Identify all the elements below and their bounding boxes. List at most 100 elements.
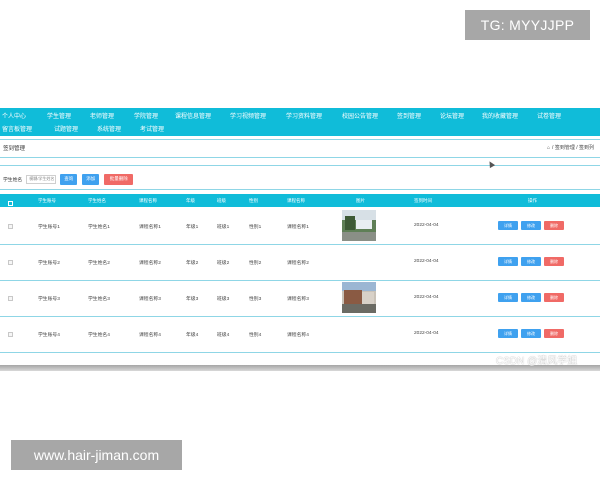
cell-account: 学生账号3 — [38, 297, 60, 302]
cell-course-2: 课程名称4 — [287, 333, 309, 338]
cell-course: 课程名称4 — [139, 333, 161, 338]
header-gender: 性别 — [249, 198, 258, 203]
query-button[interactable]: 查询 — [60, 173, 78, 185]
cell-grade: 年级3 — [186, 297, 199, 302]
nav-item-exam-paper-mgmt[interactable]: 试卷管理 — [537, 111, 561, 120]
nav-item-exam-mgmt[interactable]: 考试管理 — [140, 124, 164, 133]
cell-account: 学生账号1 — [38, 225, 60, 230]
cell-name: 学生姓名1 — [88, 225, 110, 230]
mouse-cursor-icon — [486, 159, 496, 169]
nav-item-question-mgmt[interactable]: 试题管理 — [54, 124, 78, 133]
page-title: 签到管理 — [3, 146, 26, 152]
row-actions: 详情修改删除 — [498, 221, 564, 230]
header-class: 班级 — [217, 198, 226, 203]
breadcrumb-path: ⌂ / 签到管理 / 签到列 — [547, 144, 594, 152]
cell-account: 学生账号4 — [38, 333, 60, 338]
cell-name: 学生姓名4 — [88, 333, 110, 338]
cell-gender: 性别1 — [249, 225, 262, 230]
cell-course-2: 课程名称2 — [287, 261, 309, 266]
cell-gender: 性别3 — [249, 297, 262, 302]
cell-course: 课程名称2 — [139, 261, 161, 266]
delete-button[interactable]: 删除 — [544, 257, 564, 266]
table-row: 学生账号4 学生姓名4 课程名称4 年级4 班级4 性别4 课程名称4 2022-04-04 详… — [0, 317, 600, 353]
search-input[interactable]: 模糊/学生姓名 — [26, 174, 57, 184]
cell-class: 班级3 — [217, 297, 230, 302]
tg-watermark: TG: MYYJJPP — [465, 10, 590, 40]
screen-frame: 个人中心 学生管理 老师管理 学院管理 课程信息管理 学习视频管理 学习资料管理… — [0, 108, 600, 371]
nav-item-college-mgmt[interactable]: 学院管理 — [134, 111, 158, 120]
nav-item-student-mgmt[interactable]: 学生管理 — [47, 111, 71, 120]
edit-button[interactable]: 修改 — [521, 293, 541, 302]
csdn-watermark: CSDN @清风学姐 — [496, 356, 578, 367]
cell-grade: 年级4 — [186, 333, 199, 338]
breadcrumb-text: / 签到管理 / 签到列 — [552, 145, 594, 151]
detail-button[interactable]: 详情 — [498, 329, 518, 338]
divider — [0, 189, 600, 190]
cell-gender: 性别2 — [249, 261, 262, 266]
header-ops: 操作 — [528, 198, 537, 203]
row-image — [342, 210, 376, 241]
header-course-2: 课程名称 — [287, 198, 305, 203]
breadcrumb: 签到管理 ⌂ / 签到管理 / 签到列 — [0, 141, 600, 155]
cell-course: 课程名称3 — [139, 297, 161, 302]
nav-item-favorites-mgmt[interactable]: 我的收藏管理 — [482, 111, 518, 120]
cell-gender: 性别4 — [249, 333, 262, 338]
row-checkbox[interactable] — [8, 260, 13, 265]
cell-account: 学生账号2 — [38, 261, 60, 266]
detail-button[interactable]: 详情 — [498, 221, 518, 230]
cell-name: 学生姓名3 — [88, 297, 110, 302]
nav-item-material-mgmt[interactable]: 学习资料管理 — [286, 111, 322, 120]
edit-button[interactable]: 修改 — [521, 221, 541, 230]
nav-item-signin-mgmt[interactable]: 签到管理 — [397, 111, 421, 120]
row-actions: 详情修改删除 — [498, 293, 564, 302]
row-actions: 详情修改删除 — [498, 257, 564, 266]
cell-name: 学生姓名2 — [88, 261, 110, 266]
cell-class: 班级1 — [217, 225, 230, 230]
batch-delete-button[interactable]: 批量删除 — [104, 173, 134, 185]
home-icon[interactable]: ⌂ — [547, 145, 550, 151]
divider — [0, 165, 600, 166]
detail-button[interactable]: 详情 — [498, 293, 518, 302]
table-row: 学生账号2 学生姓名2 课程名称2 年级2 班级2 性别2 课程名称2 2022-04-04 详… — [0, 245, 600, 281]
divider — [0, 139, 600, 140]
delete-button[interactable]: 删除 — [544, 329, 564, 338]
edit-button[interactable]: 修改 — [521, 329, 541, 338]
search-bar: 学生姓名 模糊/学生姓名 查询 添加 批量删除 — [3, 172, 134, 186]
cell-course-2: 课程名称1 — [287, 225, 309, 230]
nav-item-message-board[interactable]: 留言板管理 — [2, 124, 32, 133]
edit-button[interactable]: 修改 — [521, 257, 541, 266]
cell-course-2: 课程名称3 — [287, 297, 309, 302]
table-row: 学生账号3 学生姓名3 课程名称3 年级3 班级3 性别3 课程名称3 2022-04-04 详… — [0, 281, 600, 317]
row-image — [342, 282, 376, 313]
row-actions: 详情修改删除 — [498, 329, 564, 338]
header-image: 图片 — [356, 198, 365, 203]
nav-item-video-mgmt[interactable]: 学习视频管理 — [230, 111, 266, 120]
nav-item-teacher-mgmt[interactable]: 老师管理 — [90, 111, 114, 120]
cell-time: 2022-04-04 — [414, 331, 439, 336]
row-checkbox[interactable] — [8, 296, 13, 301]
nav-item-personal-center[interactable]: 个人中心 — [2, 111, 26, 120]
nav-item-course-info-mgmt[interactable]: 课程信息管理 — [175, 111, 211, 120]
cell-time: 2022-04-04 — [414, 223, 439, 228]
url-watermark: www.hair-jiman.com — [11, 440, 182, 470]
nav-item-system-mgmt[interactable]: 系统管理 — [97, 124, 121, 133]
cell-grade: 年级1 — [186, 225, 199, 230]
row-checkbox[interactable] — [8, 332, 13, 337]
cell-class: 班级4 — [217, 333, 230, 338]
cell-grade: 年级2 — [186, 261, 199, 266]
detail-button[interactable]: 详情 — [498, 257, 518, 266]
delete-button[interactable]: 删除 — [544, 221, 564, 230]
cell-class: 班级2 — [217, 261, 230, 266]
header-account: 学生账号 — [38, 198, 56, 203]
table-row: 学生账号1 学生姓名1 课程名称1 年级1 班级1 性别1 课程名称1 2022-04-04 详… — [0, 209, 600, 245]
nav-item-notice-mgmt[interactable]: 校园公告管理 — [342, 111, 378, 120]
header-time: 签到时间 — [414, 198, 432, 203]
row-checkbox[interactable] — [8, 224, 13, 229]
cell-course: 课程名称1 — [139, 225, 161, 230]
nav-item-forum-mgmt[interactable]: 论坛管理 — [440, 111, 464, 120]
search-label: 学生姓名 — [3, 177, 23, 183]
table-header: 学生账号 学生姓名 课程名称 年级 班级 性别 课程名称 图片 签到时间 操作 — [0, 194, 600, 207]
header-course: 课程名称 — [139, 198, 157, 203]
delete-button[interactable]: 删除 — [544, 293, 564, 302]
add-button[interactable]: 添加 — [82, 173, 100, 185]
